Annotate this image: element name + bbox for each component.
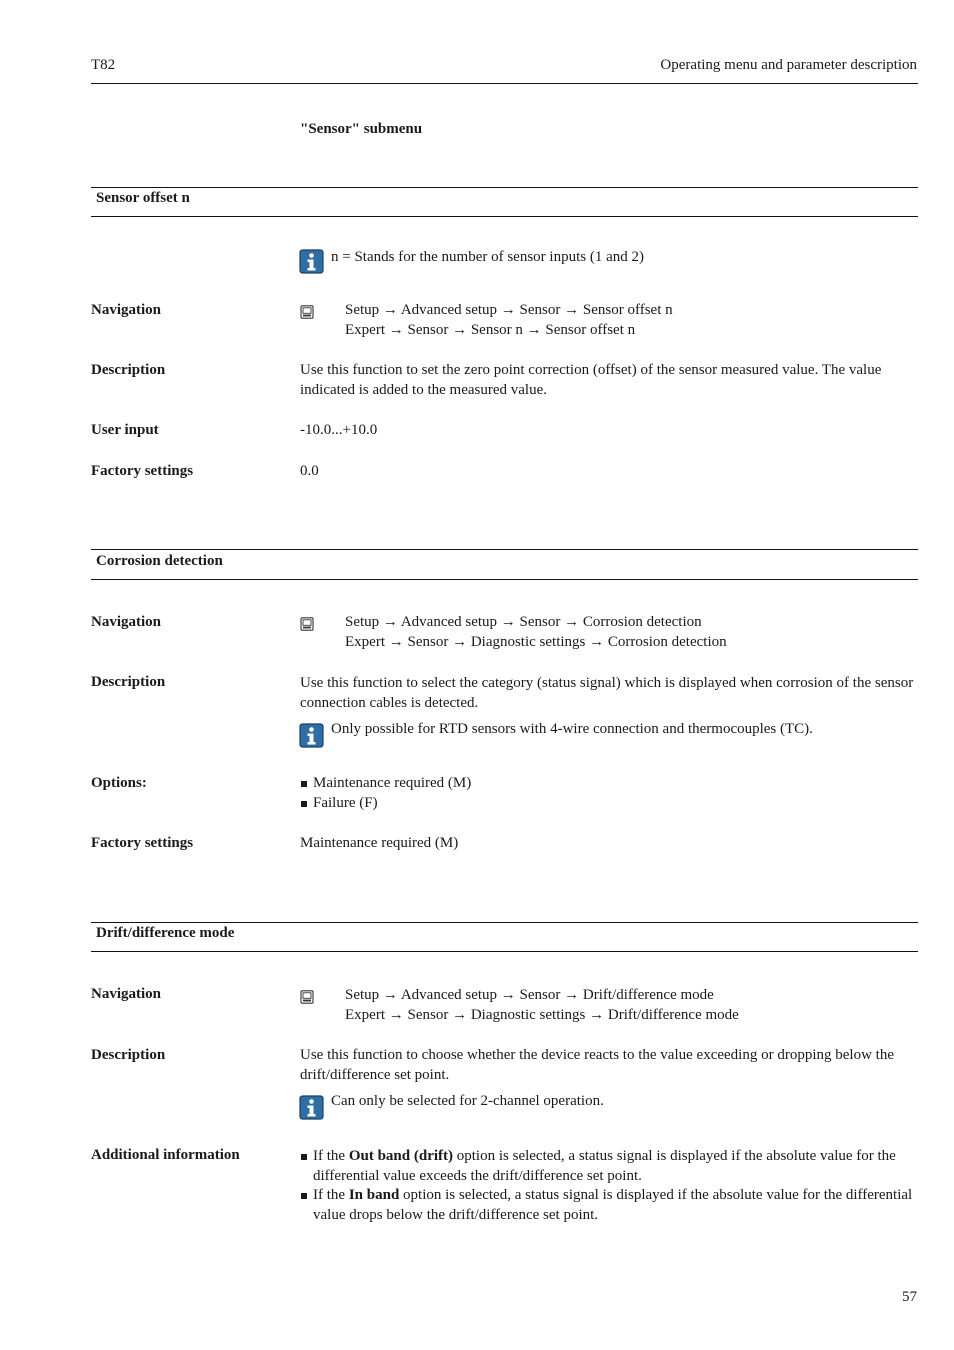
navigation-label: Navigation	[91, 986, 162, 1002]
additional-information-label: Additional information	[91, 1147, 240, 1163]
section-title-corrosion-detection: Corrosion detection	[96, 553, 223, 569]
note-text: n = Stands for the number of sensor inpu…	[331, 249, 644, 265]
section-divider	[91, 579, 918, 580]
section-divider	[91, 216, 918, 217]
navigation-path-setup: Setup → Advanced setup → Sensor → Corros…	[345, 614, 702, 630]
info-icon	[299, 249, 324, 274]
navigation-path-setup: Setup → Advanced setup → Sensor → Drift/…	[345, 987, 714, 1003]
section-divider	[91, 549, 918, 550]
navigation-label: Navigation	[91, 614, 162, 630]
additional-information-list: If the Out band (drift) option is select…	[300, 1147, 915, 1225]
option-item: Failure (F)	[300, 794, 915, 814]
description-text: Use this function to choose whether the …	[300, 1047, 894, 1083]
option-name-out-band: Out band (drift)	[348, 1148, 454, 1164]
section-divider	[91, 922, 918, 923]
info-icon	[299, 1095, 324, 1120]
additional-info-item: If the In band option is selected, a sta…	[300, 1186, 915, 1225]
document-id: T82	[91, 57, 116, 73]
options-label: Options:	[91, 775, 147, 791]
navigation-path-expert: Expert → Sensor → Diagnostic settings → …	[345, 633, 727, 650]
navigation-label: Navigation	[91, 302, 162, 318]
section-title-sensor-offset: Sensor offset n	[96, 190, 190, 206]
options-list: Maintenance required (M) Failure (F)	[300, 774, 915, 813]
navigation-path-expert: Expert → Sensor → Diagnostic settings → …	[345, 1006, 739, 1023]
factory-settings-label: Factory settings	[91, 463, 194, 479]
section-divider	[91, 951, 918, 952]
display-operation-icon	[300, 617, 314, 631]
description-text: Use this function to select the category…	[300, 675, 914, 711]
option-item: Maintenance required (M)	[300, 774, 915, 794]
display-operation-icon	[300, 990, 314, 1004]
header-divider	[91, 83, 918, 84]
user-input-label: User input	[91, 422, 159, 438]
navigation-path: Setup → Advanced setup → Sensor → Sensor…	[345, 301, 673, 340]
user-input-value: -10.0...+10.0	[300, 422, 378, 438]
info-icon	[299, 723, 324, 748]
text-fragment: If the	[313, 1187, 349, 1203]
factory-settings-value: 0.0	[300, 463, 319, 479]
note-text: Only possible for RTD sensors with 4-wir…	[331, 721, 813, 737]
text-fragment: option is selected, a status signal is d…	[313, 1187, 913, 1223]
navigation-path: Setup → Advanced setup → Sensor → Drift/…	[345, 986, 739, 1025]
option-name-in-band: In band	[348, 1187, 400, 1203]
text-fragment: If the	[313, 1148, 349, 1164]
factory-settings-label: Factory settings	[91, 835, 194, 851]
chapter-title: Operating menu and parameter description	[660, 57, 917, 73]
page-number: 57	[902, 1289, 917, 1305]
description-label: Description	[91, 1047, 166, 1063]
description-text: Use this function to set the zero point …	[300, 362, 882, 398]
factory-settings-value: Maintenance required (M)	[300, 835, 459, 851]
description-label: Description	[91, 362, 166, 378]
section-title-drift-difference-mode: Drift/difference mode	[96, 925, 235, 941]
display-operation-icon	[300, 305, 314, 319]
navigation-path-expert: Expert → Sensor → Sensor n → Sensor offs…	[345, 321, 636, 338]
description-label: Description	[91, 674, 166, 690]
submenu-title: "Sensor" submenu	[300, 121, 423, 137]
section-divider	[91, 187, 918, 188]
note-text: Can only be selected for 2-channel opera…	[331, 1093, 604, 1109]
navigation-path: Setup → Advanced setup → Sensor → Corros…	[345, 613, 727, 652]
additional-info-item: If the Out band (drift) option is select…	[300, 1147, 915, 1186]
navigation-path-setup: Setup → Advanced setup → Sensor → Sensor…	[345, 302, 673, 318]
